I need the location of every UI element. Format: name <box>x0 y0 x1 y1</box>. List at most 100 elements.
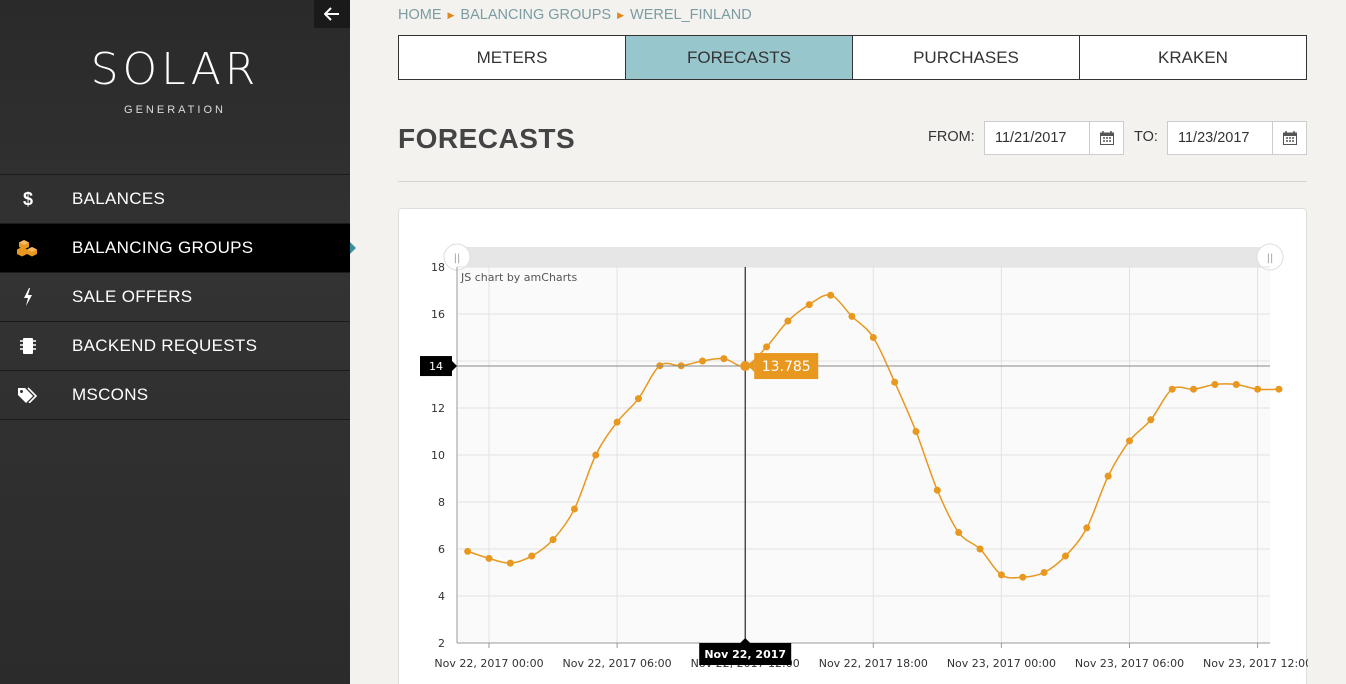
to-label: TO: <box>1134 129 1158 145</box>
tab-purchases[interactable]: PURCHASES <box>853 36 1080 79</box>
y-cursor-label: 14 <box>429 360 443 373</box>
sidebar-item-balances[interactable]: $ BALANCES <box>0 175 350 224</box>
sidebar-item-label: MSCONS <box>72 385 149 404</box>
data-point[interactable] <box>699 357 706 365</box>
data-point[interactable] <box>592 451 600 459</box>
x-tick-label: Nov 22, 2017 18:00 <box>819 657 928 670</box>
data-point[interactable] <box>1232 381 1240 388</box>
data-point[interactable] <box>1061 552 1069 560</box>
sidebar-item-mscons[interactable]: MSCONS <box>0 371 350 420</box>
sidebar-item-sale-offers[interactable]: SALE OFFERS <box>0 273 350 322</box>
y-tick-label: 10 <box>431 449 445 462</box>
from-label: FROM: <box>928 129 975 145</box>
grip-icon: || <box>454 253 461 264</box>
data-point[interactable] <box>1126 437 1133 445</box>
from-date-value[interactable]: 11/21/2017 <box>985 130 1089 146</box>
x-cursor-label: Nov 22, 2017 <box>704 648 786 661</box>
data-point[interactable] <box>1211 381 1219 388</box>
data-point[interactable] <box>848 312 856 320</box>
chip-icon <box>0 337 72 355</box>
y-tick-label: 4 <box>438 590 445 603</box>
logo: SOLAR GENERATION <box>0 44 350 116</box>
logo-subtitle: GENERATION <box>124 104 226 116</box>
x-tick-label: Nov 22, 2017 06:00 <box>563 657 672 670</box>
forecast-chart-card: || || 2 4 6 8 10 12 14 16 18 Nov 22, 2017 00:00 Nov … <box>398 208 1308 684</box>
data-point[interactable] <box>634 395 642 403</box>
sidebar-nav: $ BALANCES BALANCING GROUPS SALE OFFERS <box>0 174 356 420</box>
calendar-icon[interactable] <box>1089 122 1123 154</box>
chart-credit: JS chart by amCharts <box>460 271 577 284</box>
data-point[interactable] <box>955 529 963 537</box>
collapse-sidebar-button[interactable] <box>314 0 350 28</box>
data-point[interactable] <box>1083 524 1091 532</box>
breadcrumb-separator-icon: ▶ <box>447 9 455 20</box>
tab-bar: METERS FORECASTS PURCHASES KRAKEN <box>398 35 1307 80</box>
tab-forecasts[interactable]: FORECASTS <box>626 36 853 79</box>
y-tick-label: 12 <box>431 402 445 415</box>
data-point[interactable] <box>549 536 557 544</box>
y-tick-label: 16 <box>431 308 445 321</box>
breadcrumb-balancing-groups[interactable]: BALANCING GROUPS <box>460 7 611 23</box>
dollar-icon: $ <box>22 188 33 209</box>
tab-meters[interactable]: METERS <box>399 36 626 79</box>
y-tick-label: 6 <box>438 543 445 556</box>
sidebar-item-backend-requests[interactable]: BACKEND REQUESTS <box>0 322 350 371</box>
tab-kraken[interactable]: KRAKEN <box>1080 36 1306 79</box>
bolt-icon <box>0 288 72 306</box>
data-point[interactable] <box>912 428 920 435</box>
data-point[interactable] <box>1040 569 1048 576</box>
data-point[interactable] <box>891 378 899 386</box>
data-point[interactable] <box>1190 385 1198 393</box>
y-tick-label: 8 <box>438 496 445 509</box>
sidebar-item-balancing-groups[interactable]: BALANCING GROUPS <box>0 224 356 273</box>
data-point[interactable] <box>784 317 792 325</box>
data-point[interactable] <box>1019 573 1027 581</box>
data-point[interactable] <box>485 554 493 562</box>
logo-title: SOLAR <box>90 44 260 95</box>
data-point[interactable] <box>570 505 578 513</box>
grip-icon: || <box>1267 253 1274 264</box>
from-date-field[interactable]: 11/21/2017 <box>984 121 1124 155</box>
data-point[interactable] <box>827 291 835 299</box>
y-tick-label: 18 <box>431 261 445 274</box>
data-point[interactable] <box>1104 472 1112 480</box>
data-point[interactable] <box>506 559 514 567</box>
data-point[interactable] <box>1275 385 1283 393</box>
data-point[interactable] <box>976 545 984 553</box>
x-tick-label: Nov 23, 2017 06:00 <box>1075 657 1184 670</box>
data-point[interactable] <box>464 547 472 555</box>
sidebar: SOLAR GENERATION $ BALANCES BALANCING GR… <box>0 0 356 684</box>
y-tick-label: 2 <box>438 637 445 650</box>
data-point[interactable] <box>720 355 728 363</box>
to-date-value[interactable]: 11/23/2017 <box>1168 130 1272 146</box>
data-point[interactable] <box>933 486 941 494</box>
forecast-chart[interactable]: || || 2 4 6 8 10 12 14 16 18 Nov 22, 2017 00:00 Nov … <box>399 209 1308 684</box>
data-point[interactable] <box>1147 416 1155 424</box>
breadcrumb-current: WEREL_FINLAND <box>630 7 752 23</box>
page-title: FORECASTS <box>398 123 576 154</box>
data-point[interactable] <box>805 301 813 309</box>
data-point[interactable] <box>1254 385 1262 393</box>
data-point[interactable] <box>869 334 877 341</box>
sidebar-item-label: BACKEND REQUESTS <box>72 336 258 355</box>
data-point[interactable] <box>997 571 1005 579</box>
breadcrumb-home[interactable]: HOME <box>398 7 442 23</box>
x-tick-label: Nov 23, 2017 00:00 <box>947 657 1056 670</box>
data-point[interactable] <box>613 418 621 426</box>
cubes-icon <box>0 239 72 257</box>
data-point[interactable] <box>1168 385 1176 393</box>
sidebar-item-label: BALANCES <box>72 189 166 208</box>
breadcrumb-separator-icon: ▶ <box>617 9 625 20</box>
sidebar-item-label: SALE OFFERS <box>72 287 193 306</box>
breadcrumb: HOME ▶ BALANCING GROUPS ▶ WEREL_FINLAND <box>398 7 752 23</box>
data-point[interactable] <box>763 343 771 351</box>
tags-icon <box>0 387 72 403</box>
calendar-icon[interactable] <box>1272 122 1306 154</box>
x-tick-label: Nov 23, 2017 12:00 <box>1203 657 1308 670</box>
to-date-field[interactable]: 11/23/2017 <box>1167 121 1307 155</box>
chart-scrollbar[interactable] <box>457 247 1270 267</box>
value-balloon-label: 13.785 <box>762 359 811 375</box>
x-tick-label: Nov 22, 2017 00:00 <box>434 657 543 670</box>
data-point[interactable] <box>528 552 536 560</box>
sidebar-item-label: BALANCING GROUPS <box>72 238 254 257</box>
